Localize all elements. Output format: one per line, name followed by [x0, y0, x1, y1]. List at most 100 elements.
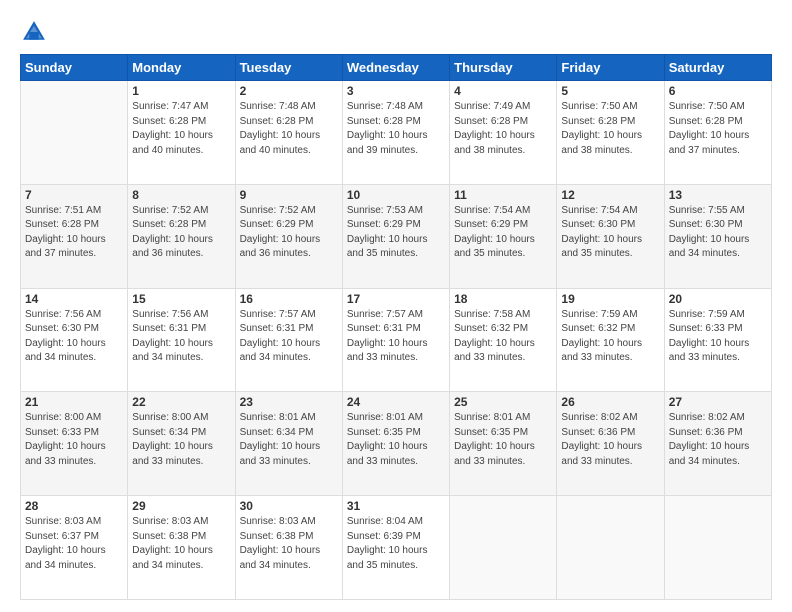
calendar-cell: 23 Sunrise: 8:01 AM Sunset: 6:34 PM Dayli…	[235, 392, 342, 496]
day-number: 16	[240, 292, 338, 306]
day-number: 22	[132, 395, 230, 409]
calendar-cell: 1 Sunrise: 7:47 AM Sunset: 6:28 PM Daylig…	[128, 81, 235, 185]
day-info: Sunrise: 7:50 AM Sunset: 6:28 PM Dayligh…	[561, 100, 659, 158]
calendar-cell	[664, 496, 771, 600]
calendar-table: SundayMondayTuesdayWednesdayThursdayFrid…	[20, 54, 772, 600]
calendar-cell: 5 Sunrise: 7:50 AM Sunset: 6:28 PM Daylig…	[557, 81, 664, 185]
day-info: Sunrise: 8:00 AM Sunset: 6:33 PM Dayligh…	[25, 411, 123, 469]
calendar-header-row: SundayMondayTuesdayWednesdayThursdayFrid…	[21, 55, 772, 81]
day-info: Sunrise: 7:53 AM Sunset: 6:29 PM Dayligh…	[347, 204, 445, 262]
day-number: 28	[25, 499, 123, 513]
calendar-cell: 30 Sunrise: 8:03 AM Sunset: 6:38 PM Dayli…	[235, 496, 342, 600]
calendar-week-row: 28 Sunrise: 8:03 AM Sunset: 6:37 PM Dayli…	[21, 496, 772, 600]
day-number: 26	[561, 395, 659, 409]
calendar-cell: 6 Sunrise: 7:50 AM Sunset: 6:28 PM Daylig…	[664, 81, 771, 185]
day-number: 9	[240, 188, 338, 202]
calendar-cell: 27 Sunrise: 8:02 AM Sunset: 6:36 PM Dayli…	[664, 392, 771, 496]
calendar-header-tuesday: Tuesday	[235, 55, 342, 81]
day-number: 3	[347, 84, 445, 98]
day-number: 12	[561, 188, 659, 202]
day-number: 31	[347, 499, 445, 513]
day-info: Sunrise: 7:50 AM Sunset: 6:28 PM Dayligh…	[669, 100, 767, 158]
calendar-cell: 22 Sunrise: 8:00 AM Sunset: 6:34 PM Dayli…	[128, 392, 235, 496]
calendar-cell	[450, 496, 557, 600]
day-info: Sunrise: 7:52 AM Sunset: 6:28 PM Dayligh…	[132, 204, 230, 262]
calendar-cell: 24Sunrise: 8:01 AM Sunset: 6:35 PM Dayli…	[342, 392, 449, 496]
day-number: 11	[454, 188, 552, 202]
calendar-cell	[557, 496, 664, 600]
day-number: 30	[240, 499, 338, 513]
calendar-cell: 2 Sunrise: 7:48 AM Sunset: 6:28 PM Daylig…	[235, 81, 342, 185]
day-info: Sunrise: 7:57 AM Sunset: 6:31 PM Dayligh…	[240, 308, 338, 366]
day-info: Sunrise: 8:03 AM Sunset: 6:38 PM Dayligh…	[240, 515, 338, 573]
day-number: 5	[561, 84, 659, 98]
day-info: Sunrise: 7:55 AM Sunset: 6:30 PM Dayligh…	[669, 204, 767, 262]
calendar-cell: 3Sunrise: 7:48 AM Sunset: 6:28 PM Daylig…	[342, 81, 449, 185]
day-info: Sunrise: 7:57 AM Sunset: 6:31 PM Dayligh…	[347, 308, 445, 366]
day-number: 6	[669, 84, 767, 98]
calendar-cell: 13Sunrise: 7:55 AM Sunset: 6:30 PM Dayli…	[664, 184, 771, 288]
calendar-week-row: 7 Sunrise: 7:51 AM Sunset: 6:28 PM Daylig…	[21, 184, 772, 288]
day-info: Sunrise: 7:52 AM Sunset: 6:29 PM Dayligh…	[240, 204, 338, 262]
day-number: 23	[240, 395, 338, 409]
calendar-week-row: 1 Sunrise: 7:47 AM Sunset: 6:28 PM Daylig…	[21, 81, 772, 185]
day-info: Sunrise: 7:51 AM Sunset: 6:28 PM Dayligh…	[25, 204, 123, 262]
day-info: Sunrise: 8:01 AM Sunset: 6:34 PM Dayligh…	[240, 411, 338, 469]
page: SundayMondayTuesdayWednesdayThursdayFrid…	[0, 0, 792, 612]
day-number: 24	[347, 395, 445, 409]
day-info: Sunrise: 7:59 AM Sunset: 6:32 PM Dayligh…	[561, 308, 659, 366]
day-number: 10	[347, 188, 445, 202]
day-info: Sunrise: 8:00 AM Sunset: 6:34 PM Dayligh…	[132, 411, 230, 469]
day-info: Sunrise: 8:02 AM Sunset: 6:36 PM Dayligh…	[561, 411, 659, 469]
day-info: Sunrise: 7:47 AM Sunset: 6:28 PM Dayligh…	[132, 100, 230, 158]
day-number: 25	[454, 395, 552, 409]
day-info: Sunrise: 7:48 AM Sunset: 6:28 PM Dayligh…	[240, 100, 338, 158]
day-number: 2	[240, 84, 338, 98]
calendar-cell: 18Sunrise: 7:58 AM Sunset: 6:32 PM Dayli…	[450, 288, 557, 392]
day-number: 17	[347, 292, 445, 306]
calendar-cell: 7 Sunrise: 7:51 AM Sunset: 6:28 PM Daylig…	[21, 184, 128, 288]
day-number: 21	[25, 395, 123, 409]
day-info: Sunrise: 8:02 AM Sunset: 6:36 PM Dayligh…	[669, 411, 767, 469]
logo	[20, 18, 52, 46]
logo-icon	[20, 18, 48, 46]
calendar-week-row: 14Sunrise: 7:56 AM Sunset: 6:30 PM Dayli…	[21, 288, 772, 392]
calendar-cell: 4Sunrise: 7:49 AM Sunset: 6:28 PM Daylig…	[450, 81, 557, 185]
calendar-cell: 15 Sunrise: 7:56 AM Sunset: 6:31 PM Dayli…	[128, 288, 235, 392]
day-info: Sunrise: 8:04 AM Sunset: 6:39 PM Dayligh…	[347, 515, 445, 573]
day-info: Sunrise: 7:54 AM Sunset: 6:29 PM Dayligh…	[454, 204, 552, 262]
day-number: 27	[669, 395, 767, 409]
day-number: 29	[132, 499, 230, 513]
day-number: 1	[132, 84, 230, 98]
calendar-cell: 26 Sunrise: 8:02 AM Sunset: 6:36 PM Dayli…	[557, 392, 664, 496]
day-info: Sunrise: 7:54 AM Sunset: 6:30 PM Dayligh…	[561, 204, 659, 262]
calendar-cell: 9 Sunrise: 7:52 AM Sunset: 6:29 PM Daylig…	[235, 184, 342, 288]
day-info: Sunrise: 7:56 AM Sunset: 6:30 PM Dayligh…	[25, 308, 123, 366]
calendar-cell: 12 Sunrise: 7:54 AM Sunset: 6:30 PM Dayli…	[557, 184, 664, 288]
calendar-cell: 8Sunrise: 7:52 AM Sunset: 6:28 PM Daylig…	[128, 184, 235, 288]
calendar-cell: 31 Sunrise: 8:04 AM Sunset: 6:39 PM Dayli…	[342, 496, 449, 600]
calendar-cell: 20 Sunrise: 7:59 AM Sunset: 6:33 PM Dayli…	[664, 288, 771, 392]
calendar-cell: 14Sunrise: 7:56 AM Sunset: 6:30 PM Dayli…	[21, 288, 128, 392]
calendar-cell: 10 Sunrise: 7:53 AM Sunset: 6:29 PM Dayli…	[342, 184, 449, 288]
day-number: 18	[454, 292, 552, 306]
day-number: 19	[561, 292, 659, 306]
calendar-header-saturday: Saturday	[664, 55, 771, 81]
day-number: 20	[669, 292, 767, 306]
day-info: Sunrise: 7:56 AM Sunset: 6:31 PM Dayligh…	[132, 308, 230, 366]
calendar-header-wednesday: Wednesday	[342, 55, 449, 81]
day-number: 7	[25, 188, 123, 202]
calendar-cell	[21, 81, 128, 185]
day-info: Sunrise: 8:03 AM Sunset: 6:38 PM Dayligh…	[132, 515, 230, 573]
calendar-header-monday: Monday	[128, 55, 235, 81]
day-info: Sunrise: 8:03 AM Sunset: 6:37 PM Dayligh…	[25, 515, 123, 573]
calendar-cell: 16 Sunrise: 7:57 AM Sunset: 6:31 PM Dayli…	[235, 288, 342, 392]
day-info: Sunrise: 8:01 AM Sunset: 6:35 PM Dayligh…	[454, 411, 552, 469]
calendar-cell: 28 Sunrise: 8:03 AM Sunset: 6:37 PM Dayli…	[21, 496, 128, 600]
calendar-cell: 11 Sunrise: 7:54 AM Sunset: 6:29 PM Dayli…	[450, 184, 557, 288]
day-number: 15	[132, 292, 230, 306]
header	[20, 18, 772, 46]
calendar-cell: 21 Sunrise: 8:00 AM Sunset: 6:33 PM Dayli…	[21, 392, 128, 496]
day-info: Sunrise: 7:59 AM Sunset: 6:33 PM Dayligh…	[669, 308, 767, 366]
calendar-cell: 25 Sunrise: 8:01 AM Sunset: 6:35 PM Dayli…	[450, 392, 557, 496]
